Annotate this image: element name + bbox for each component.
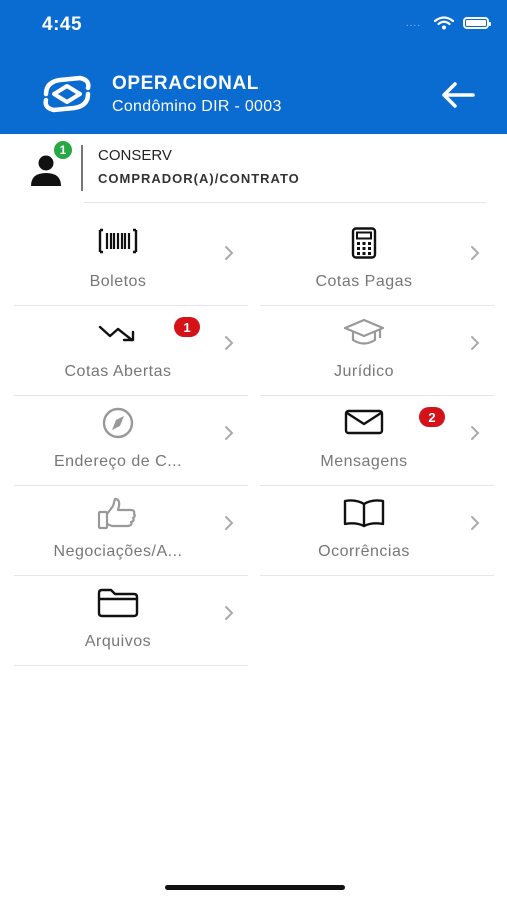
menu-item-label: Mensagens [320,453,408,470]
page-title: OPERACIONAL [112,73,259,94]
menu-item-ocorrencias[interactable]: Ocorrências [260,485,494,576]
menu-item-negociacoes[interactable]: Negociações/A... [14,485,248,576]
chevron-right-icon [225,516,234,530]
back-button[interactable] [440,80,476,110]
home-indicator[interactable] [165,885,345,890]
envelope-icon [344,409,384,435]
notification-badge: 1 [174,317,200,337]
chevron-right-icon [471,246,480,260]
chevron-right-icon [225,606,234,620]
thumbs-up-icon [97,497,136,530]
graduation-cap-icon [343,318,385,345]
menu-item-cotas-pagas[interactable]: Cotas Pagas [260,215,494,306]
book-icon [343,499,385,528]
page-subtitle: Condômino DIR - 0003 [112,98,282,115]
user-name: CONSERV [98,147,172,164]
menu-item-label: Cotas Abertas [64,363,172,380]
menu-item-label: Negociações/A... [53,543,183,560]
menu-item-label: Ocorrências [318,543,410,560]
user-divider [81,145,83,191]
chevron-right-icon [471,516,480,530]
menu-item-boletos[interactable]: Boletos [14,215,248,306]
wifi-icon [434,16,454,30]
notification-badge: 2 [419,407,445,427]
signal-dots: .... [405,17,421,29]
menu-item-arquivos[interactable]: Arquivos [14,575,248,666]
chevron-right-icon [225,246,234,260]
arrow-left-icon [442,82,475,108]
menu-item-label: Boletos [89,273,147,290]
compass-icon [102,407,134,439]
user-notification-badge: 1 [52,139,74,161]
app-header: 4:45 .... OPERACIONAL Condômino DIR - 00… [0,0,507,134]
calculator-icon [351,227,377,259]
menu-item-endereco[interactable]: Endereço de C... [14,395,248,486]
chevron-right-icon [225,336,234,350]
battery-icon [463,17,491,29]
menu-item-mensagens[interactable]: 2 Mensagens [260,395,494,486]
menu-item-cotas-abertas[interactable]: 1 Cotas Abertas [14,305,248,396]
status-time: 4:45 [42,14,83,35]
chevron-right-icon [471,336,480,350]
chevron-right-icon [471,426,480,440]
chevron-right-icon [225,426,234,440]
divider [260,575,494,576]
trending-down-icon [98,325,135,342]
user-role: COMPRADOR(A)/CONTRATO [98,171,300,186]
user-card[interactable] [0,134,507,204]
barcode-icon [98,228,138,254]
divider [14,665,248,666]
menu-item-label: Cotas Pagas [315,273,413,290]
menu-item-label: Jurídico [333,363,395,380]
app-logo-icon [43,75,91,113]
menu-item-juridico[interactable]: Jurídico [260,305,494,396]
user-separator [84,202,486,203]
folder-icon [97,588,139,618]
status-icons: .... [405,16,491,30]
menu-item-label: Arquivos [84,633,152,650]
menu-item-label: Endereço de C... [53,453,183,470]
